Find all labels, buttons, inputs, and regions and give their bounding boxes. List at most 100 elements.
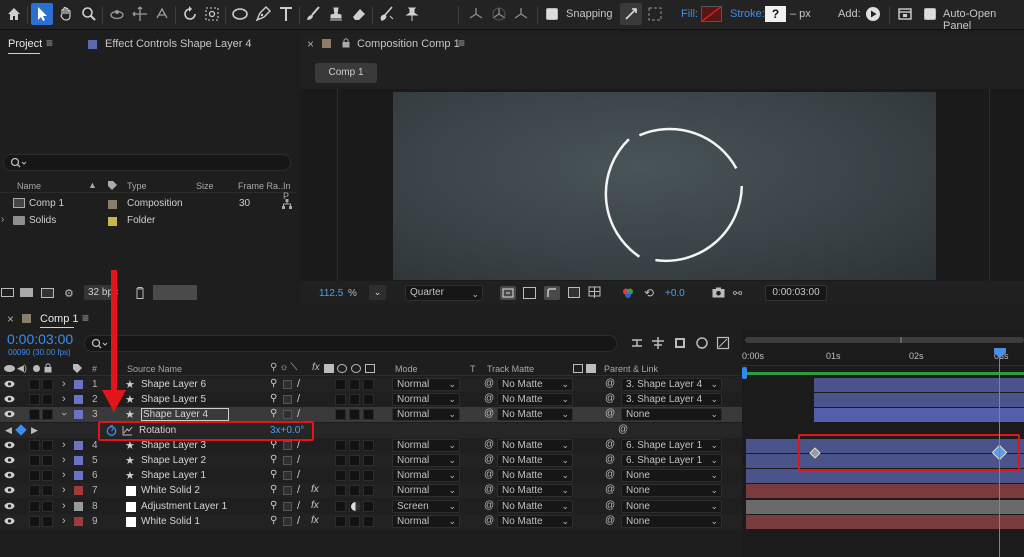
time-navigator[interactable]: [745, 337, 1024, 343]
layer-name[interactable]: Shape Layer 3: [141, 440, 206, 451]
collapse-switch[interactable]: [283, 471, 292, 481]
layer-name[interactable]: Shape Layer 5: [141, 394, 206, 405]
time-graph[interactable]: 0:00s 01s 02s 03s: [742, 330, 1024, 557]
motion-blur-icon[interactable]: [716, 336, 730, 350]
quality-switch-icon[interactable]: /: [297, 408, 300, 420]
track-matte-pickwhip-icon[interactable]: @: [484, 393, 494, 404]
track-matte-pickwhip-icon[interactable]: @: [484, 439, 494, 450]
parent-pickwhip-icon[interactable]: @: [605, 393, 615, 404]
frame-blend-switch[interactable]: [335, 409, 346, 421]
lock-header-icon[interactable]: [44, 363, 52, 373]
frame-blend-switch[interactable]: [335, 379, 346, 390]
layer-label-swatch[interactable]: [74, 410, 83, 420]
project-item-row[interactable]: › Solids Folder: [0, 213, 296, 229]
expand-chevron-icon[interactable]: ›: [62, 469, 66, 481]
parent-pickwhip-icon[interactable]: @: [605, 500, 615, 511]
layer-label-swatch[interactable]: [74, 380, 83, 389]
interpret-footage-icon[interactable]: [1, 288, 14, 297]
layer-duration-bar[interactable]: [814, 393, 1024, 408]
col-track-matte[interactable]: Track Matte: [487, 364, 534, 374]
expand-chevron-icon[interactable]: ›: [62, 500, 66, 512]
expand-chevron-icon[interactable]: ›: [1, 214, 4, 225]
collapse-switch[interactable]: [283, 410, 292, 420]
lock-switch[interactable]: [42, 394, 53, 406]
project-item-label-swatch[interactable]: [108, 200, 117, 209]
3d-layer-switch[interactable]: [363, 515, 374, 527]
layer-name[interactable]: Shape Layer 1: [141, 470, 206, 481]
composition-canvas[interactable]: [393, 92, 936, 280]
switches-header-icons[interactable]: ⚲☼⟍: [270, 362, 300, 373]
frame-blend-switch[interactable]: [335, 515, 346, 527]
parent-dropdown[interactable]: 6. Shape Layer 1 ⌄: [621, 438, 722, 452]
project-item-label-swatch[interactable]: [108, 217, 117, 226]
lock-switch[interactable]: [42, 379, 53, 390]
frame-blend-switch[interactable]: [335, 485, 346, 497]
blending-mode-dropdown[interactable]: Normal ⌄: [392, 454, 460, 467]
mask-visibility-icon[interactable]: [544, 286, 560, 300]
expression-pickwhip-icon[interactable]: @: [618, 424, 628, 435]
collapse-switch[interactable]: [283, 501, 292, 511]
lock-switch[interactable]: [42, 500, 53, 512]
layer-label-swatch[interactable]: [74, 395, 83, 405]
expand-chevron-icon[interactable]: ›: [58, 413, 70, 417]
motion-blur-switch[interactable]: [349, 409, 360, 421]
fast-previews-icon[interactable]: [500, 286, 516, 300]
frame-blend-switch[interactable]: [335, 500, 346, 512]
project-tab-menu-icon[interactable]: ≡: [46, 36, 53, 50]
motion-blur-switch[interactable]: [349, 515, 360, 527]
expand-chevron-icon[interactable]: ›: [62, 515, 66, 527]
shy-switch-icon[interactable]: ⚲: [270, 408, 277, 419]
label-header-icon[interactable]: [73, 364, 82, 373]
effects-switch-icon[interactable]: fx: [311, 500, 319, 511]
hide-shy-layers-icon[interactable]: [673, 336, 687, 350]
draft-3d-icon[interactable]: [651, 336, 665, 350]
prev-keyframe-icon[interactable]: ◀: [5, 425, 12, 436]
channel-rgb-icon[interactable]: [622, 287, 634, 299]
3d-layer-switch[interactable]: [363, 470, 374, 482]
lock-switch[interactable]: [42, 409, 53, 421]
layer-name[interactable]: Shape Layer 2: [141, 455, 206, 466]
track-matte-pickwhip-icon[interactable]: @: [484, 378, 494, 389]
snap-features-icon[interactable]: [644, 3, 666, 25]
add-keyframe-icon[interactable]: [15, 423, 27, 436]
eye-icon[interactable]: [4, 395, 15, 403]
selection-tool-icon[interactable]: [31, 3, 53, 25]
zoom-tool-icon[interactable]: [78, 3, 100, 25]
timeline-tab-menu-icon[interactable]: ≡: [82, 311, 89, 325]
layer-label-swatch[interactable]: [74, 456, 83, 465]
track-matte-dropdown[interactable]: No Matte ⌄: [497, 454, 573, 467]
roto-brush-tool-icon[interactable]: [376, 3, 398, 25]
frame-blend-switch[interactable]: [335, 455, 346, 466]
eraser-tool-icon[interactable]: [348, 3, 370, 25]
shy-switch-icon[interactable]: ⚲: [270, 393, 277, 404]
view-axis-mode-icon[interactable]: [510, 3, 532, 25]
comp-navigator-button[interactable]: Comp 1: [315, 63, 377, 83]
frame-blend-switch[interactable]: [335, 394, 346, 406]
quality-switch-icon[interactable]: /: [297, 500, 300, 512]
solo-switch[interactable]: [29, 394, 40, 406]
snapshot-camera-icon[interactable]: [712, 287, 725, 298]
lock-switch[interactable]: [42, 455, 53, 466]
fill-swatch[interactable]: [701, 6, 722, 22]
solo-switch[interactable]: [29, 470, 40, 482]
expand-chevron-icon[interactable]: ›: [62, 439, 66, 451]
next-keyframe-icon[interactable]: ▶: [31, 425, 38, 436]
project-search-input[interactable]: [3, 154, 291, 171]
col-name[interactable]: Name: [17, 181, 41, 191]
track-matte-dropdown[interactable]: No Matte ⌄: [497, 484, 573, 498]
solo-switch[interactable]: [29, 500, 40, 512]
parent-dropdown[interactable]: 3. Shape Layer 4 ⌄: [621, 393, 722, 407]
parent-dropdown[interactable]: None ⌄: [621, 499, 722, 513]
shy-switch-icon[interactable]: ⚲: [270, 378, 277, 389]
3d-layer-switch[interactable]: [363, 455, 374, 466]
close-tab-icon[interactable]: ×: [307, 37, 314, 51]
solo-switch[interactable]: [29, 439, 40, 451]
trash-icon[interactable]: [135, 287, 145, 299]
brush-tool-icon[interactable]: [302, 3, 324, 25]
layer-label-swatch[interactable]: [74, 516, 83, 526]
parent-dropdown[interactable]: None ⌄: [621, 514, 722, 528]
layer-duration-bar[interactable]: [746, 484, 1024, 499]
new-folder-icon[interactable]: [20, 288, 33, 297]
blending-mode-dropdown[interactable]: Normal ⌄: [392, 408, 460, 422]
layer-row[interactable]: › 8 Adjustment Layer 1 ⚲ / fx Screen ⌄ @ No Matte…: [0, 498, 742, 514]
